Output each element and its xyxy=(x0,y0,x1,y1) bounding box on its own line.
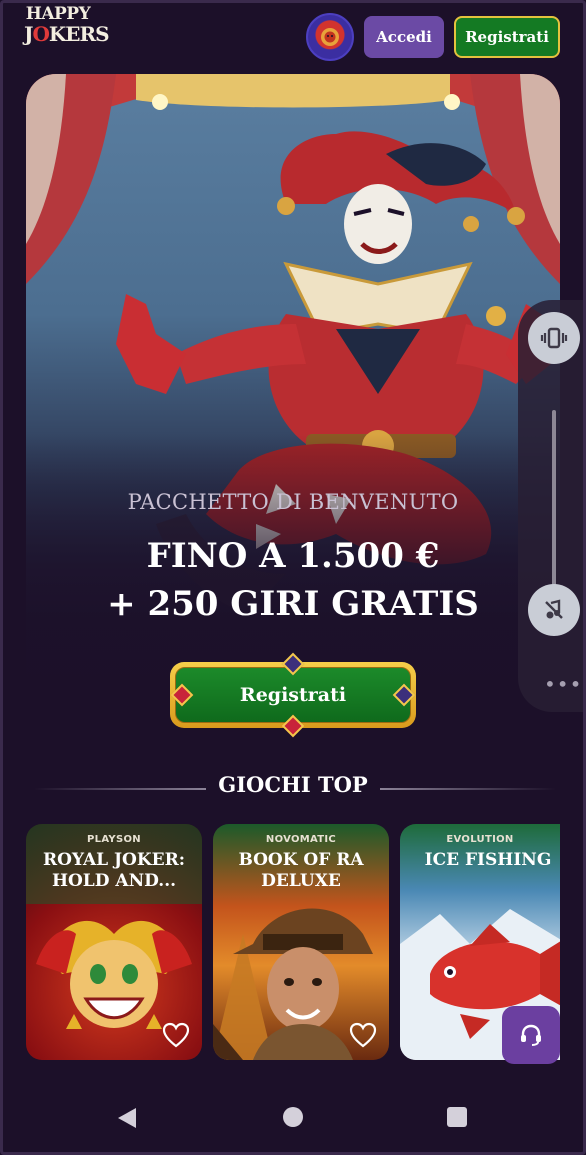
game-provider: EVOLUTION xyxy=(446,834,514,845)
bonus-headline: FINO A 1.500 € + 250 GIRI GRATIS xyxy=(26,532,560,628)
lion-avatar-icon[interactable] xyxy=(306,13,354,61)
register-cta-wrapper: Registrati xyxy=(170,652,416,738)
top-header: HAPPY JOKERS Accedi Registrati xyxy=(0,0,586,72)
favorite-heart-icon[interactable] xyxy=(162,1022,190,1048)
section-divider-right xyxy=(380,788,556,790)
top-games-title: GIOCHI TOP xyxy=(218,772,368,797)
bonus-line-2: + 250 GIRI GRATIS xyxy=(107,584,479,624)
logo-line1: HAPPY xyxy=(25,4,91,24)
game-title: ROYAL JOKER: HOLD AND... xyxy=(42,850,186,891)
register-button-header[interactable]: Registrati xyxy=(454,16,560,58)
bonus-line-1: FINO A 1.500 € xyxy=(146,536,440,576)
recent-apps-icon[interactable] xyxy=(447,1107,467,1127)
game-title: BOOK OF RA DELUXE xyxy=(238,850,364,891)
back-icon[interactable] xyxy=(116,1106,138,1130)
game-provider: PLAYSON xyxy=(87,834,141,845)
mute-icon[interactable] xyxy=(528,584,580,636)
logo-line2: JOKERS xyxy=(24,22,110,46)
favorite-heart-icon[interactable] xyxy=(349,1022,377,1048)
happy-jokers-logo[interactable]: HAPPY JOKERS xyxy=(24,4,110,56)
login-button[interactable]: Accedi xyxy=(364,16,444,58)
support-chat-button[interactable] xyxy=(502,1006,560,1064)
game-title: ICE FISHING xyxy=(424,850,552,870)
game-card-book-of-ra[interactable]: NOVOMATIC BOOK OF RA DELUXE xyxy=(213,824,389,1060)
headset-icon xyxy=(521,1024,541,1046)
home-icon[interactable] xyxy=(283,1107,303,1127)
welcome-package-label: PACCHETTO DI BENVENUTO xyxy=(127,490,459,514)
volume-slider[interactable] xyxy=(552,410,556,590)
welcome-hero-banner[interactable]: PACCHETTO DI BENVENUTO FINO A 1.500 € + … xyxy=(26,74,560,760)
vibrate-icon[interactable] xyxy=(528,312,580,364)
more-icon[interactable]: ••• xyxy=(544,672,582,696)
volume-side-panel: ••• xyxy=(518,300,586,712)
game-provider: NOVOMATIC xyxy=(265,834,337,845)
game-card-royal-joker[interactable]: PLAYSON ROYAL JOKER: HOLD AND... xyxy=(26,824,202,1060)
